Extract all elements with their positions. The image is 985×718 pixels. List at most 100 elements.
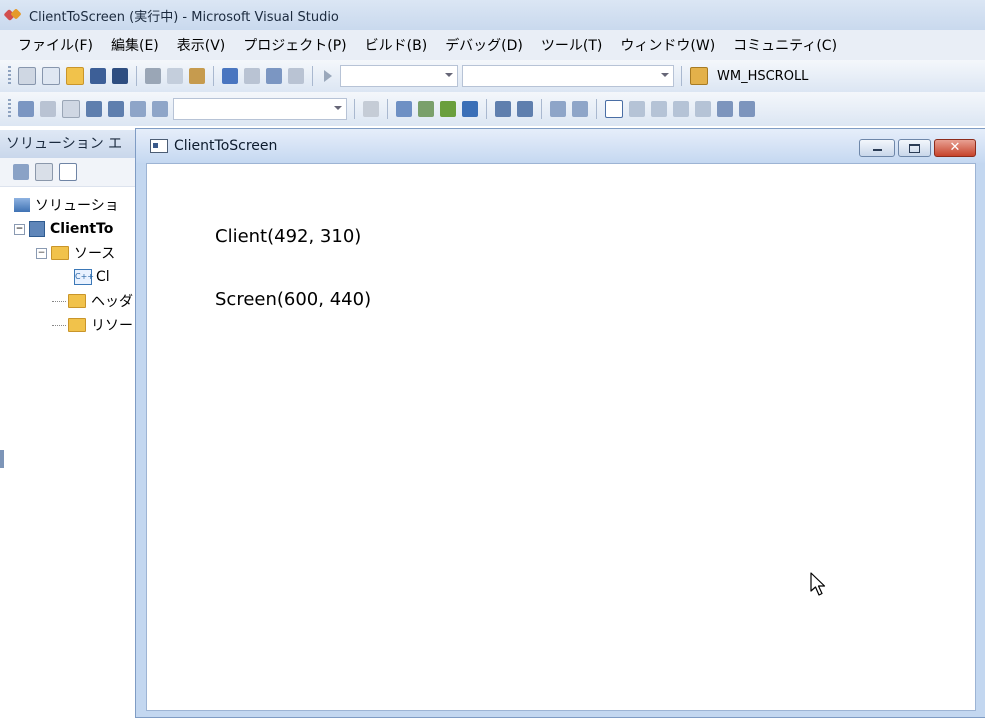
find-combo-value[interactable]: WM_HSCROLL bbox=[717, 69, 808, 84]
tree-item-header-folder[interactable]: ヘッダ bbox=[0, 289, 140, 313]
copy-icon[interactable] bbox=[167, 68, 183, 84]
format-icon[interactable] bbox=[418, 101, 434, 117]
solution-explorer-panel: ソリューション エ ソリューショ − ClientTo − ソース C++ Cl… bbox=[0, 130, 141, 716]
toolbar-separator bbox=[213, 66, 214, 86]
toolbar-separator bbox=[486, 99, 487, 119]
vs-titlebar: ClientToScreen (実行中) - Microsoft Visual … bbox=[0, 0, 985, 30]
collapse-icon[interactable]: − bbox=[14, 223, 25, 235]
display-object-member-list-icon[interactable] bbox=[18, 101, 34, 117]
toolbar-grip[interactable] bbox=[8, 99, 11, 119]
menu-build[interactable]: ビルド(B) bbox=[356, 35, 437, 55]
toolbar-separator bbox=[596, 99, 597, 119]
screen-coordinates-text: Screen(600, 440) bbox=[215, 289, 372, 310]
increase-indent-icon[interactable] bbox=[108, 101, 124, 117]
tree-item-label: ソース bbox=[74, 246, 116, 262]
properties-icon[interactable] bbox=[13, 164, 29, 180]
solution-icon bbox=[14, 198, 30, 212]
decrease-indent-icon[interactable] bbox=[495, 101, 511, 117]
uncomment-icon[interactable] bbox=[152, 101, 168, 117]
tree-item-label: ソリューショ bbox=[35, 198, 119, 214]
bookmark-icon[interactable] bbox=[605, 100, 623, 118]
add-item-icon[interactable] bbox=[42, 67, 60, 85]
client-to-screen-window: ClientToScreen ✕ Client(492, 310) Screen… bbox=[135, 128, 985, 718]
view-class-diagram-icon[interactable] bbox=[59, 163, 77, 181]
panel-edge-tab bbox=[0, 450, 4, 468]
tree-item-source-folder[interactable]: − ソース bbox=[0, 241, 140, 265]
open-file-icon[interactable] bbox=[66, 67, 84, 85]
quick-info-icon[interactable] bbox=[62, 100, 80, 118]
paste-icon[interactable] bbox=[189, 68, 205, 84]
tree-item-label: ヘッダ bbox=[91, 294, 133, 310]
app-titlebar[interactable]: ClientToScreen ✕ bbox=[136, 129, 985, 163]
client-coordinates-text: Client(492, 310) bbox=[215, 226, 362, 247]
caption-buttons: ✕ bbox=[859, 139, 976, 157]
display-parameter-info-icon[interactable] bbox=[40, 101, 56, 117]
accessibility-icon[interactable] bbox=[363, 101, 379, 117]
app-client-area[interactable]: Client(492, 310) Screen(600, 440) bbox=[146, 163, 976, 711]
cut-icon[interactable] bbox=[145, 68, 161, 84]
tree-item-project[interactable]: − ClientTo bbox=[0, 217, 140, 241]
start-debugging-icon[interactable] bbox=[324, 70, 332, 82]
tree-item-resource-folder[interactable]: リソー bbox=[0, 313, 140, 337]
menu-view[interactable]: 表示(V) bbox=[168, 35, 235, 55]
tree-item-solution[interactable]: ソリューショ bbox=[0, 193, 140, 217]
new-project-icon[interactable] bbox=[18, 67, 36, 85]
chevron-down-icon bbox=[334, 106, 342, 110]
uncomment-icon[interactable] bbox=[572, 101, 588, 117]
visual-studio-logo-icon bbox=[5, 9, 21, 21]
breakpoints-icon[interactable] bbox=[396, 101, 412, 117]
tree-connector bbox=[52, 324, 66, 326]
save-all-icon[interactable] bbox=[112, 68, 128, 84]
decrease-indent-icon[interactable] bbox=[86, 101, 102, 117]
folder-icon bbox=[68, 294, 86, 308]
minimize-button[interactable] bbox=[859, 139, 895, 157]
previous-bookmark-icon[interactable] bbox=[629, 101, 645, 117]
collapse-icon[interactable]: − bbox=[36, 247, 47, 259]
toolbar-separator bbox=[541, 99, 542, 119]
folder-open-icon bbox=[51, 246, 69, 260]
toolbar-separator bbox=[312, 66, 313, 86]
previous-bookmark-in-folder-icon[interactable] bbox=[673, 101, 689, 117]
toolbar-separator bbox=[387, 99, 388, 119]
toolbar-separator bbox=[681, 66, 682, 86]
menu-file[interactable]: ファイル(F) bbox=[0, 35, 102, 55]
toolbar-grip[interactable] bbox=[8, 66, 11, 86]
toolbar-separator bbox=[136, 66, 137, 86]
app-window-icon[interactable] bbox=[150, 139, 168, 153]
increase-indent-icon[interactable] bbox=[517, 101, 533, 117]
tree-item-cpp-file[interactable]: C++ Cl bbox=[0, 265, 140, 289]
save-icon[interactable] bbox=[90, 68, 106, 84]
maximize-button[interactable] bbox=[898, 139, 931, 157]
project-icon bbox=[29, 221, 45, 237]
solution-explorer-toolbar bbox=[0, 158, 140, 187]
undo-icon[interactable] bbox=[222, 68, 238, 84]
navigate-forward-icon[interactable] bbox=[288, 68, 304, 84]
highlight-icon[interactable] bbox=[440, 101, 456, 117]
redo-icon[interactable] bbox=[244, 68, 260, 84]
comment-out-icon[interactable] bbox=[130, 101, 146, 117]
clear-bookmarks-icon[interactable] bbox=[717, 101, 733, 117]
solution-platform-combo[interactable] bbox=[462, 65, 674, 87]
solution-tree: ソリューショ − ClientTo − ソース C++ Cl ヘッダ リソー bbox=[0, 187, 140, 337]
font-icon[interactable] bbox=[462, 101, 478, 117]
navigate-backward-icon[interactable] bbox=[266, 68, 282, 84]
menu-tools[interactable]: ツール(T) bbox=[532, 35, 611, 55]
menu-edit[interactable]: 編集(E) bbox=[102, 35, 168, 55]
next-bookmark-in-folder-icon[interactable] bbox=[695, 101, 711, 117]
solution-explorer-header[interactable]: ソリューション エ bbox=[0, 130, 140, 158]
text-editor-toolbar bbox=[0, 92, 985, 126]
next-bookmark-in-document-icon[interactable] bbox=[739, 101, 755, 117]
show-all-files-icon[interactable] bbox=[35, 163, 53, 181]
menu-window[interactable]: ウィンドウ(W) bbox=[611, 35, 724, 55]
close-button[interactable]: ✕ bbox=[934, 139, 976, 157]
menu-bar: ファイル(F) 編集(E) 表示(V) プロジェクト(P) ビルド(B) デバッ… bbox=[0, 30, 985, 60]
next-bookmark-icon[interactable] bbox=[651, 101, 667, 117]
solution-configuration-combo[interactable] bbox=[340, 65, 458, 87]
comment-out-icon[interactable] bbox=[550, 101, 566, 117]
menu-debug[interactable]: デバッグ(D) bbox=[436, 35, 532, 55]
find-in-files-icon[interactable] bbox=[690, 67, 708, 85]
menu-project[interactable]: プロジェクト(P) bbox=[234, 35, 355, 55]
standard-toolbar: WM_HSCROLL bbox=[0, 60, 985, 92]
menu-community[interactable]: コミュニティ(C) bbox=[724, 35, 846, 55]
debug-location-combo[interactable] bbox=[173, 98, 347, 120]
